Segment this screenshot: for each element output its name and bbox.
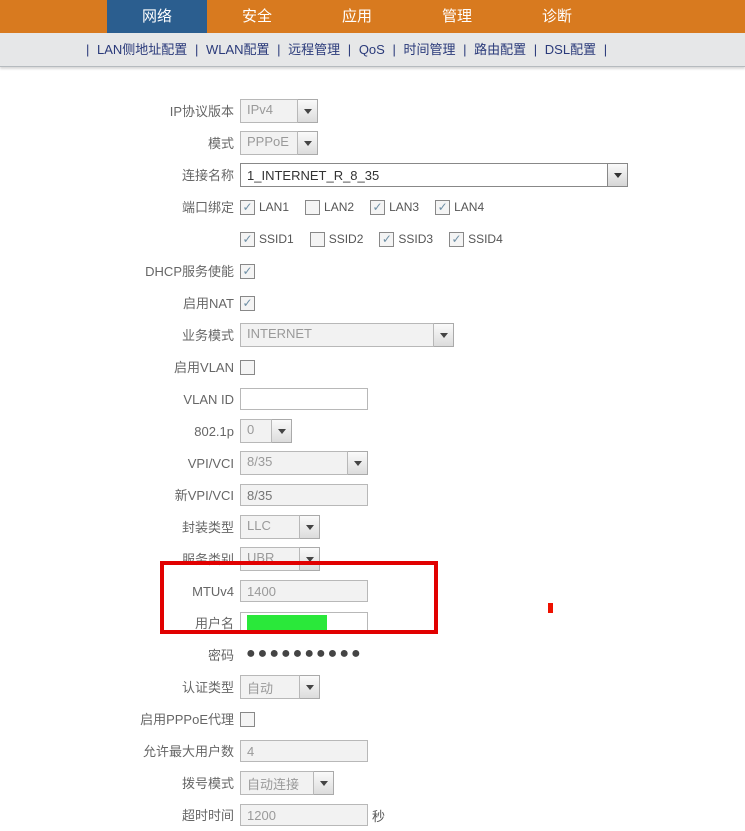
tab-security[interactable]: 安全 xyxy=(207,0,307,33)
subnav-lan-config[interactable]: LAN侧地址配置 xyxy=(97,42,187,57)
subnav-route-config[interactable]: 路由配置 xyxy=(474,42,526,57)
ssid3-label: SSID3 xyxy=(398,232,433,246)
top-nav: 网络 安全 应用 管理 诊断 xyxy=(0,0,745,33)
checkbox-vlan[interactable] xyxy=(240,360,255,375)
checkbox-ssid1[interactable] xyxy=(240,232,255,247)
checkbox-ssid3[interactable] xyxy=(379,232,394,247)
label-port-bind: 端口绑定 xyxy=(0,201,240,214)
label-max-users: 允许最大用户数 xyxy=(0,745,240,758)
checkbox-lan3[interactable] xyxy=(370,200,385,215)
tab-network[interactable]: 网络 xyxy=(107,0,207,33)
checkbox-ssid4[interactable] xyxy=(449,232,464,247)
checkbox-nat[interactable] xyxy=(240,296,255,311)
input-timeout[interactable] xyxy=(240,804,368,826)
label-new-vpi-vci: 新VPI/VCI xyxy=(0,489,240,502)
label-conn-name: 连接名称 xyxy=(0,169,240,182)
checkbox-ssid2[interactable] xyxy=(310,232,325,247)
input-username[interactable] xyxy=(240,612,368,634)
select-encap[interactable]: LLC xyxy=(240,515,300,539)
ssid1-label: SSID1 xyxy=(259,232,294,246)
label-ip-version: IP协议版本 xyxy=(0,105,240,118)
label-dhcp-enable: DHCP服务使能 xyxy=(0,265,240,278)
select-auth-type[interactable]: 自动 xyxy=(240,675,300,699)
label-vpi-vci: VPI/VCI xyxy=(0,457,240,470)
label-encap: 封装类型 xyxy=(0,521,240,534)
checkbox-lan2[interactable] xyxy=(305,200,320,215)
ssid2-label: SSID2 xyxy=(329,232,364,246)
checkbox-lan4[interactable] xyxy=(435,200,450,215)
select-service-mode[interactable]: INTERNET xyxy=(240,323,434,347)
label-username: 用户名 xyxy=(0,617,240,630)
input-max-users[interactable] xyxy=(240,740,368,762)
label-dial-mode: 拨号模式 xyxy=(0,777,240,790)
subnav-dsl-config[interactable]: DSL配置 xyxy=(545,42,596,57)
label-mode: 模式 xyxy=(0,137,240,150)
input-new-vpi-vci[interactable] xyxy=(240,484,368,506)
lan1-label: LAN1 xyxy=(259,200,289,214)
dropdown-icon[interactable] xyxy=(298,99,318,123)
select-mode[interactable]: PPPoE xyxy=(240,131,298,155)
sub-nav: | LAN侧地址配置 | WLAN配置 | 远程管理 | QoS | 时间管理 … xyxy=(0,33,745,67)
checkbox-lan1[interactable] xyxy=(240,200,255,215)
select-ip-version[interactable]: IPv4 xyxy=(240,99,298,123)
tab-diagnosis[interactable]: 诊断 xyxy=(507,0,607,33)
select-8021p[interactable]: 0 xyxy=(240,419,272,443)
label-password: 密码 xyxy=(0,649,240,662)
tab-application[interactable]: 应用 xyxy=(307,0,407,33)
dropdown-icon[interactable] xyxy=(300,675,320,699)
red-marker xyxy=(548,603,553,613)
dropdown-icon[interactable] xyxy=(434,323,454,347)
label-mtu: MTUv4 xyxy=(0,585,240,598)
lan2-label: LAN2 xyxy=(324,200,354,214)
lan4-label: LAN4 xyxy=(454,200,484,214)
subnav-remote-management[interactable]: 远程管理 xyxy=(288,42,340,57)
checkbox-dhcp[interactable] xyxy=(240,264,255,279)
dropdown-icon[interactable] xyxy=(300,547,320,571)
username-value xyxy=(247,615,327,631)
select-dial-mode[interactable]: 自动连接 xyxy=(240,771,314,795)
label-timeout: 超时时间 xyxy=(0,809,240,822)
form-area: IP协议版本 IPv4 模式 PPPoE 连接名称 1_INTERNET_R_8… xyxy=(0,67,745,831)
input-password[interactable]: ●●●●●●●●●● xyxy=(240,644,368,666)
select-vpi-vci[interactable]: 8/35 xyxy=(240,451,348,475)
select-service-cat[interactable]: UBR xyxy=(240,547,300,571)
label-8021p: 802.1p xyxy=(0,425,240,438)
label-service-cat: 服务类别 xyxy=(0,553,240,566)
ssid4-label: SSID4 xyxy=(468,232,503,246)
dropdown-icon[interactable] xyxy=(298,131,318,155)
timeout-unit: 秒 xyxy=(372,806,385,825)
subnav-time-management[interactable]: 时间管理 xyxy=(403,42,455,57)
dropdown-icon[interactable] xyxy=(607,164,627,186)
connection-name-value: 1_INTERNET_R_8_35 xyxy=(247,168,379,183)
label-nat-enable: 启用NAT xyxy=(0,297,240,310)
input-mtu[interactable] xyxy=(240,580,368,602)
label-service-mode: 业务模式 xyxy=(0,329,240,342)
lan3-label: LAN3 xyxy=(389,200,419,214)
label-auth-type: 认证类型 xyxy=(0,681,240,694)
label-pppoe-proxy: 启用PPPoE代理 xyxy=(0,713,240,726)
subnav-wlan-config[interactable]: WLAN配置 xyxy=(206,42,270,57)
checkbox-pppoe-proxy[interactable] xyxy=(240,712,255,727)
tab-management[interactable]: 管理 xyxy=(407,0,507,33)
label-vlan-enable: 启用VLAN xyxy=(0,361,240,374)
select-connection-name[interactable]: 1_INTERNET_R_8_35 xyxy=(240,163,628,187)
input-vlan-id[interactable] xyxy=(240,388,368,410)
dropdown-icon[interactable] xyxy=(300,515,320,539)
label-vlan-id: VLAN ID xyxy=(0,393,240,406)
subnav-qos[interactable]: QoS xyxy=(359,42,385,57)
dropdown-icon[interactable] xyxy=(348,451,368,475)
dropdown-icon[interactable] xyxy=(272,419,292,443)
dropdown-icon[interactable] xyxy=(314,771,334,795)
